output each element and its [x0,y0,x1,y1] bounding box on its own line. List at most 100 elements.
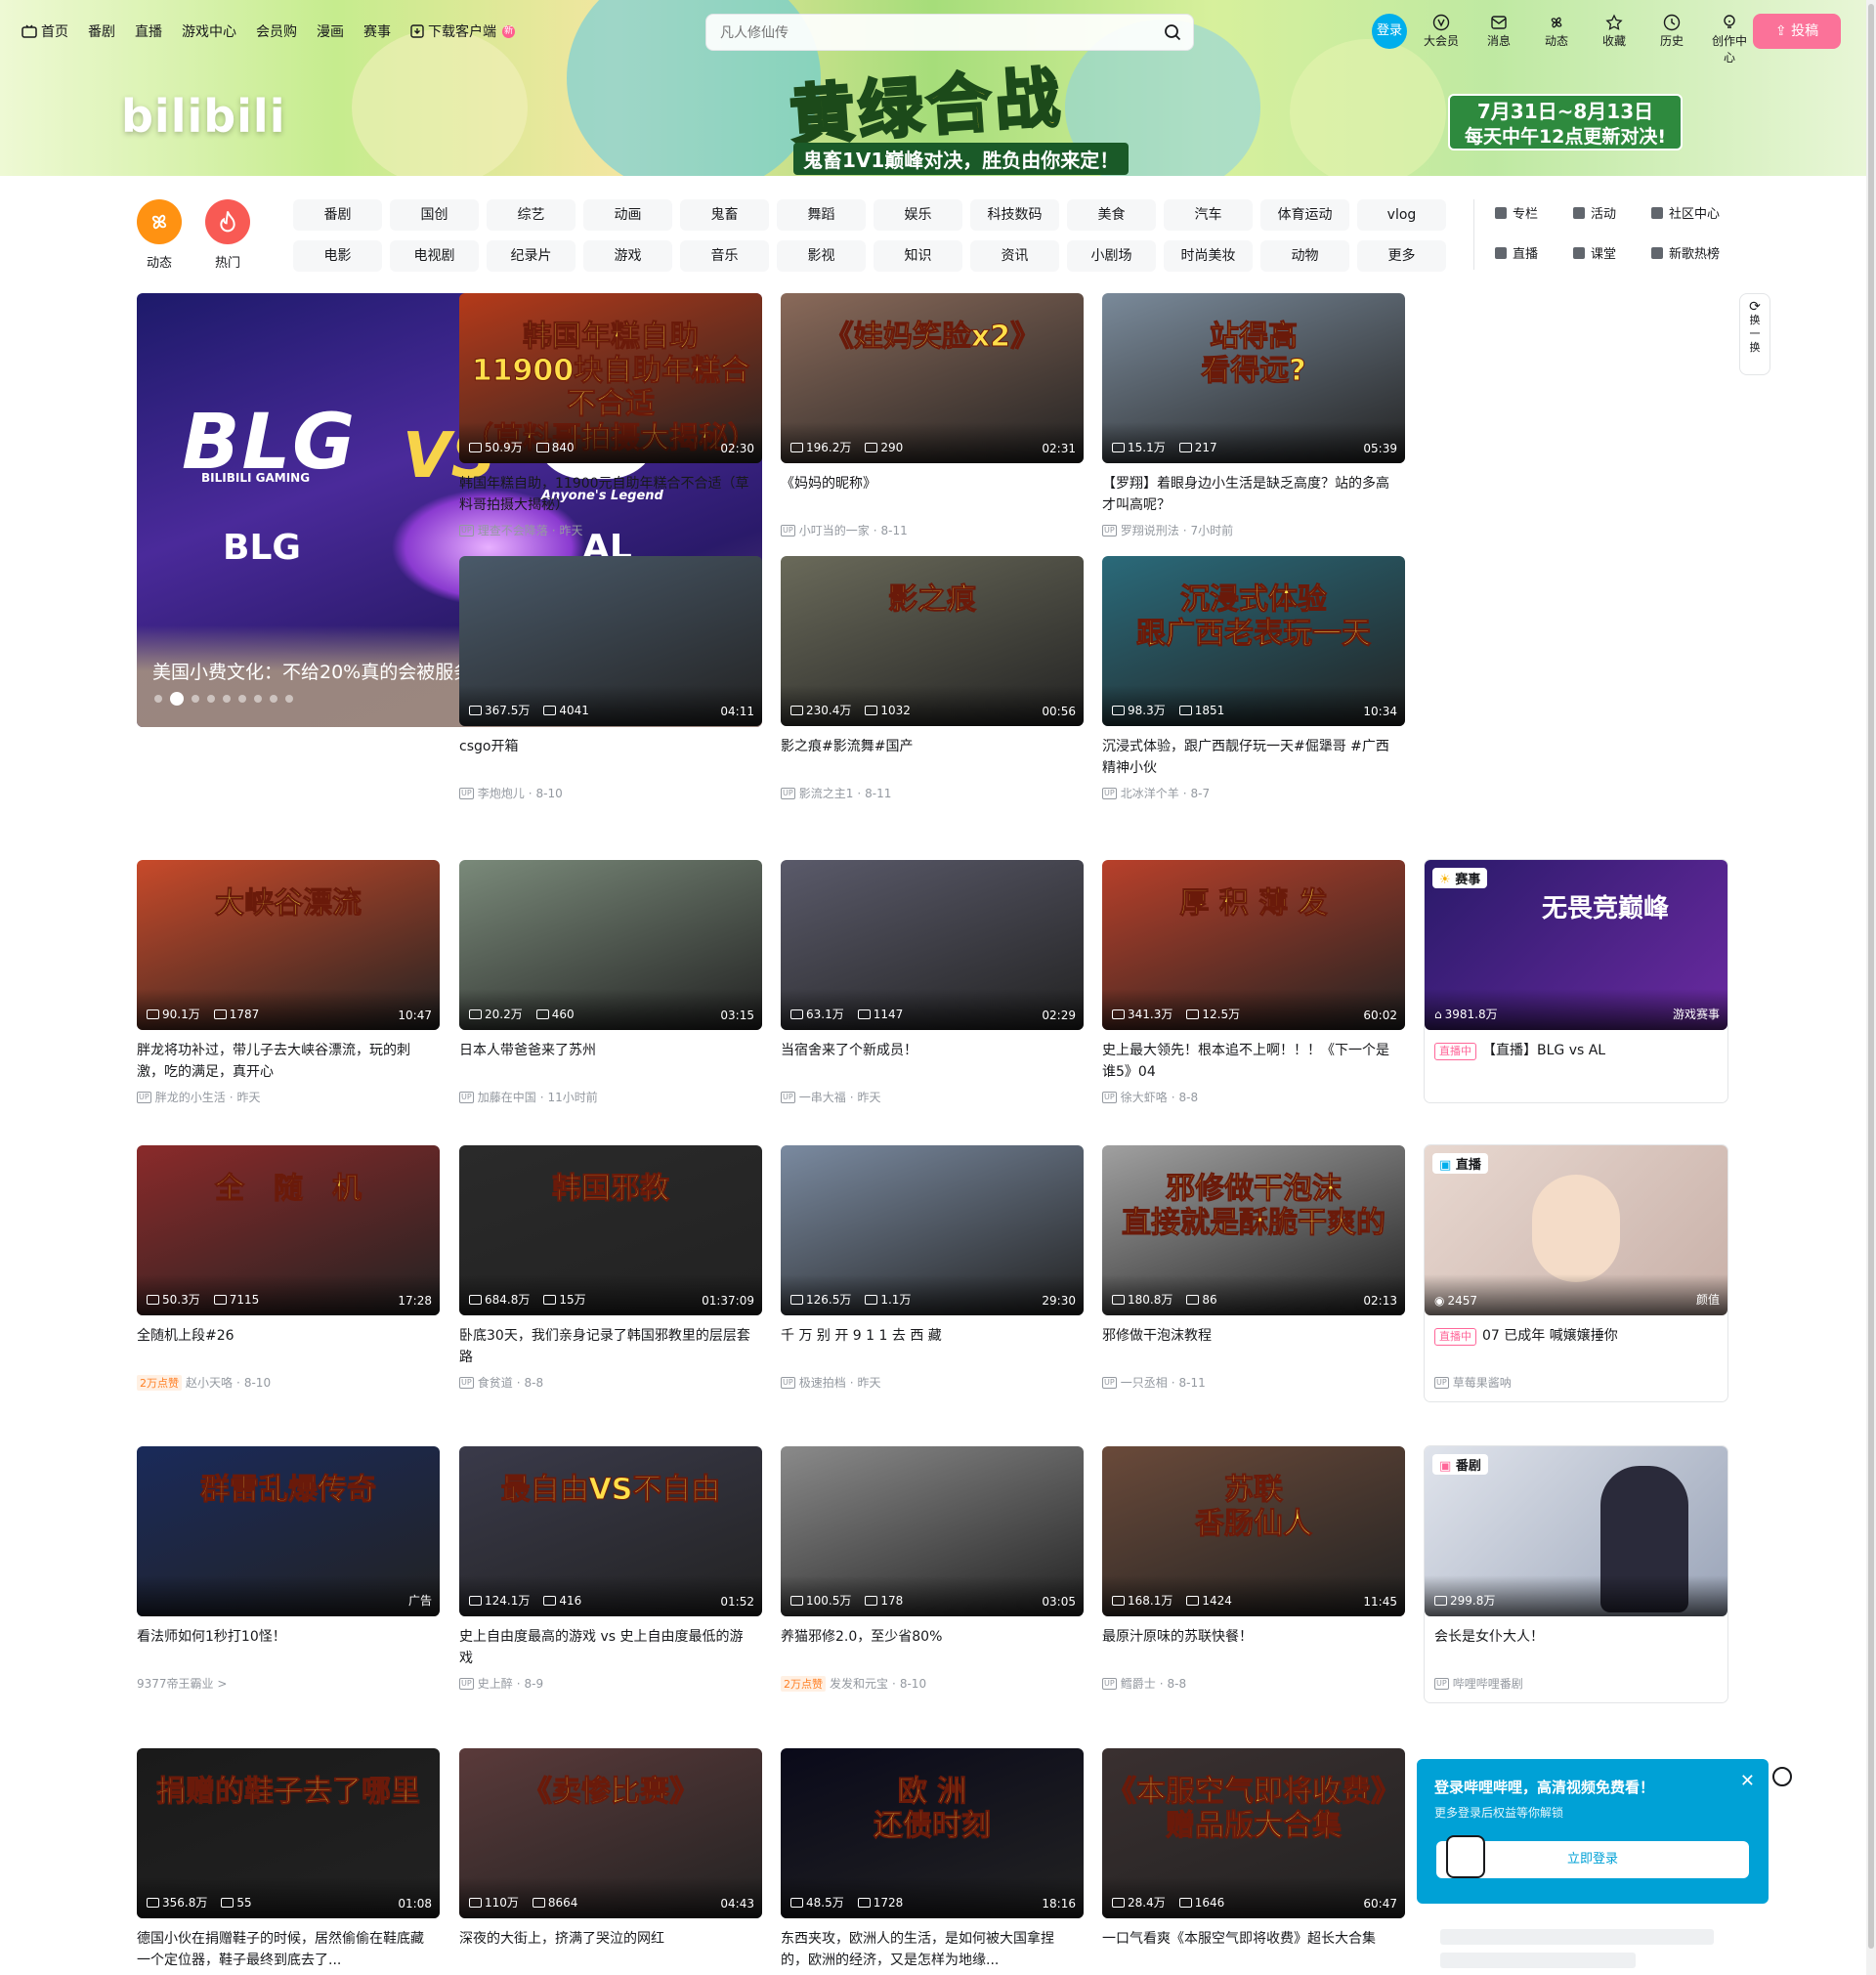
video-card[interactable]: 厚 积 薄 发 341.3万 12.5万 60:02 史上最大领先！根本追不上啊！！！《… [1102,860,1405,1105]
video-thumbnail[interactable]: 欧 洲 还债时刻 48.5万 1728 18:16 [781,1748,1084,1918]
video-title[interactable]: 看法师如何1秒打10怪！ [137,1626,440,1669]
video-card[interactable]: 沉浸式体验 跟广西老表玩一天 98.3万 1851 10:34 沉浸式体验，跟广西靓仔玩… [1102,556,1405,801]
video-thumbnail[interactable]: 《娃妈笑脸x2》 196.2万 290 02:31 [781,293,1084,463]
video-title[interactable]: 胖龙将功补过，带儿子去大峡谷漂流，玩的刺激，吃的满足，真开心 [137,1040,440,1083]
video-card[interactable]: 影之痕 230.4万 1032 00:56 影之痕#影流舞#国产 UP 影流之主1 · 8-11 [781,556,1084,801]
author-name[interactable]: 李炮炮儿 [478,785,525,801]
author-name[interactable]: 理查不会降落 [478,522,548,538]
channel-2-4[interactable]: 游戏 [583,240,672,272]
author-name[interactable]: 影流之主1 [799,785,854,801]
bangumi-card[interactable]: ▣ 番剧 299.8万 会长是女仆大人！ UP 哔哩哔哩番剧 [1425,1446,1727,1702]
upload-button[interactable]: ⇪ 投稿 [1753,14,1841,49]
channel-hot[interactable]: 热门 [205,199,250,271]
carousel-dot[interactable] [254,695,262,703]
video-meta[interactable]: UP 影流之主1 · 8-11 [781,785,1084,801]
search-bar[interactable] [705,14,1194,51]
esports-card[interactable]: 无畏竞巅峰 ☀ 赛事 ⌂ 3981.8万 游戏赛事 直播中 【直播】BLG vs A… [1425,860,1727,1102]
video-meta[interactable]: UP 食贫道 · 8-8 [459,1374,762,1391]
channel-1-5[interactable]: 鬼畜 [680,199,769,231]
video-meta[interactable]: UP 史上醉 · 8-9 [459,1675,762,1692]
nav-download[interactable]: 下载客户端新 [410,21,515,41]
video-thumbnail[interactable]: 韩国邪教 684.8万 15万 01:37:09 [459,1145,762,1315]
video-title[interactable]: 日本人带爸爸来了苏州 [459,1040,762,1083]
video-meta[interactable]: UP 罗翔说刑法 · 7小时前 [1102,522,1405,538]
channel-2-6[interactable]: 影视 [777,240,866,272]
channel-2-5[interactable]: 音乐 [680,240,769,272]
video-card[interactable]: 63.1万 1147 02:29 当宿舍来了个新成员！ UP 一串大福 · 昨天 [781,860,1084,1105]
channel-2-7[interactable]: 知识 [874,240,962,272]
video-thumbnail[interactable]: 全 随 机 50.3万 7115 17:28 [137,1145,440,1315]
video-thumbnail[interactable]: 苏联 香肠仙人 168.1万 1424 11:45 [1102,1446,1405,1616]
video-meta[interactable]: 2万点赞 发发和元宝 · 8-10 [781,1675,1084,1692]
channel-2-11[interactable]: 动物 [1260,240,1349,272]
video-meta[interactable]: UP 徐大虾咯 · 8-8 [1102,1089,1405,1105]
channel-extra-1[interactable]: 专栏 [1495,203,1573,222]
channel-1-8[interactable]: 科技数码 [970,199,1059,231]
video-thumbnail[interactable]: 捐赠的鞋子去了哪里 356.8万 55 01:08 [137,1748,440,1918]
bilibili-logo[interactable]: bilibili [121,90,285,143]
video-meta[interactable]: UP 理查不会降落 · 昨天 [459,522,762,538]
video-card[interactable]: 《本服空气即将收费》 赠品版大合集 28.4万 1646 60:47 一口气看爽《本服空… [1102,1748,1405,1971]
nav-mall[interactable]: 会员购 [256,21,297,41]
help-icon[interactable] [1772,1767,1792,1786]
channel-dynamic[interactable]: 动态 [137,199,182,271]
video-meta[interactable]: UP 胖龙的小生活 · 昨天 [137,1089,440,1105]
bangumi-title[interactable]: 会长是女仆大人！ [1425,1626,1727,1669]
video-title[interactable]: 全随机上段#26 [137,1325,440,1368]
video-title[interactable]: 史上自由度最高的游戏 vs 史上自由度最低的游戏 [459,1626,762,1669]
carousel-dot[interactable] [192,695,199,703]
channel-1-7[interactable]: 娱乐 [874,199,962,231]
video-title[interactable]: 养猫邪修2.0，至少省80% [781,1626,1084,1669]
nav-dynamic[interactable]: 动态 [1536,14,1577,65]
author-name[interactable]: 小叮当的一家 [799,522,870,538]
carousel-dot[interactable] [270,695,277,703]
video-card[interactable]: 邪修做干泡沫 直接就是酥脆干爽的 180.8万 86 02:13 邪修做干泡沫教程 UP 一… [1102,1145,1405,1391]
video-title[interactable]: 东西夹攻，欧洲人的生活，是如何被大国拿捏的，欧洲的经济，又是怎样为地缘... [781,1928,1084,1971]
video-meta[interactable]: UP 鳕爵士 · 8-8 [1102,1675,1405,1692]
author-name[interactable]: 加藤在中国 [478,1089,536,1105]
video-title[interactable]: 沉浸式体验，跟广西靓仔玩一天#倔犟哥 #广西精神小伙 [1102,736,1405,779]
channel-extra-5[interactable]: 课堂 [1573,243,1651,262]
video-meta[interactable]: UP 北冰洋个羊 · 8-7 [1102,785,1405,801]
video-meta[interactable]: UP 一串大福 · 昨天 [781,1089,1084,1105]
video-title[interactable]: 当宿舍来了个新成员！ [781,1040,1084,1083]
author-name[interactable]: 极速拍档 [799,1374,846,1391]
video-thumbnail[interactable]: 最自由VS不自由 124.1万 416 01:52 [459,1446,762,1616]
live-title[interactable]: 直播中 07 已成年 喊嬢嬢捶你 [1425,1325,1727,1368]
video-card[interactable]: 苏联 香肠仙人 168.1万 1424 11:45 最原汁原味的苏联快餐！ UP 鳕爵士 · 8… [1102,1446,1405,1692]
video-meta[interactable]: UP 小叮当的一家 · 8-11 [781,522,1084,538]
video-title[interactable]: 邪修做干泡沫教程 [1102,1325,1405,1368]
video-thumbnail[interactable]: 站得高 看得远? 15.1万 217 05:39 [1102,293,1405,463]
video-thumbnail[interactable]: 367.5万 4041 04:11 [459,556,762,726]
carousel-dot[interactable] [238,695,246,703]
channel-2-2[interactable]: 电视剧 [390,240,479,272]
video-thumbnail[interactable]: 韩国年糕自助 11900块自助年糕合不合适 （草料哥拍摄大揭秘）50.9万840… [459,293,762,463]
video-card[interactable]: 全 随 机 50.3万 7115 17:28 全随机上段#26 2万点赞 赵小天咯 · 8-10 [137,1145,440,1391]
channel-1-10[interactable]: 汽车 [1164,199,1253,231]
nav-messages[interactable]: 消息 [1478,14,1519,65]
live-card[interactable]: ▣ 直播 ◉ 2457 颜值 直播中 07 已成年 喊嬢嬢捶你 UP 草莓果酱呐 [1425,1145,1727,1401]
author-name[interactable]: 一串大福 [799,1089,846,1105]
video-thumbnail[interactable]: 100.5万 178 03:05 [781,1446,1084,1616]
video-thumbnail[interactable]: 《本服空气即将收费》 赠品版大合集 28.4万 1646 60:47 [1102,1748,1405,1918]
author-name[interactable]: 胖龙的小生活 [155,1089,226,1105]
channel-2-8[interactable]: 资讯 [970,240,1059,272]
author-name[interactable]: 食贫道 [478,1374,513,1391]
carousel-dot[interactable] [154,695,162,703]
channel-2-10[interactable]: 时尚美妆 [1164,240,1253,272]
video-meta[interactable]: UP 一只丞相 · 8-11 [1102,1374,1405,1391]
video-meta[interactable]: 9377帝王霸业 > [137,1675,440,1692]
video-thumbnail[interactable]: 影之痕 230.4万 1032 00:56 [781,556,1084,726]
esports-thumbnail[interactable]: 无畏竞巅峰 ☀ 赛事 ⌂ 3981.8万 游戏赛事 [1425,860,1727,1030]
author-name[interactable]: 史上醉 [478,1675,513,1692]
video-card[interactable]: 《卖惨比赛》 110万 8664 04:43 深夜的大街上，挤满了哭泣的网红 [459,1748,762,1971]
channel-1-9[interactable]: 美食 [1067,199,1156,231]
nav-home[interactable]: 首页 [21,21,68,41]
video-card[interactable]: 欧 洲 还债时刻 48.5万 1728 18:16 东西夹攻，欧洲人的生活，是如何被大国… [781,1748,1084,1971]
video-card[interactable]: 群雷乱爆传奇 广告 看法师如何1秒打10怪！ 9377帝王霸业 > [137,1446,440,1692]
video-meta[interactable]: UP 李炮炮儿 · 8-10 [459,785,762,801]
channel-1-6[interactable]: 舞蹈 [777,199,866,231]
video-thumbnail[interactable]: 126.5万 1.1万 29:30 [781,1145,1084,1315]
video-card[interactable]: 韩国邪教 684.8万 15万 01:37:09 卧底30天，我们亲身记录了韩国邪教里的… [459,1145,762,1391]
nav-manga[interactable]: 漫画 [317,21,344,41]
